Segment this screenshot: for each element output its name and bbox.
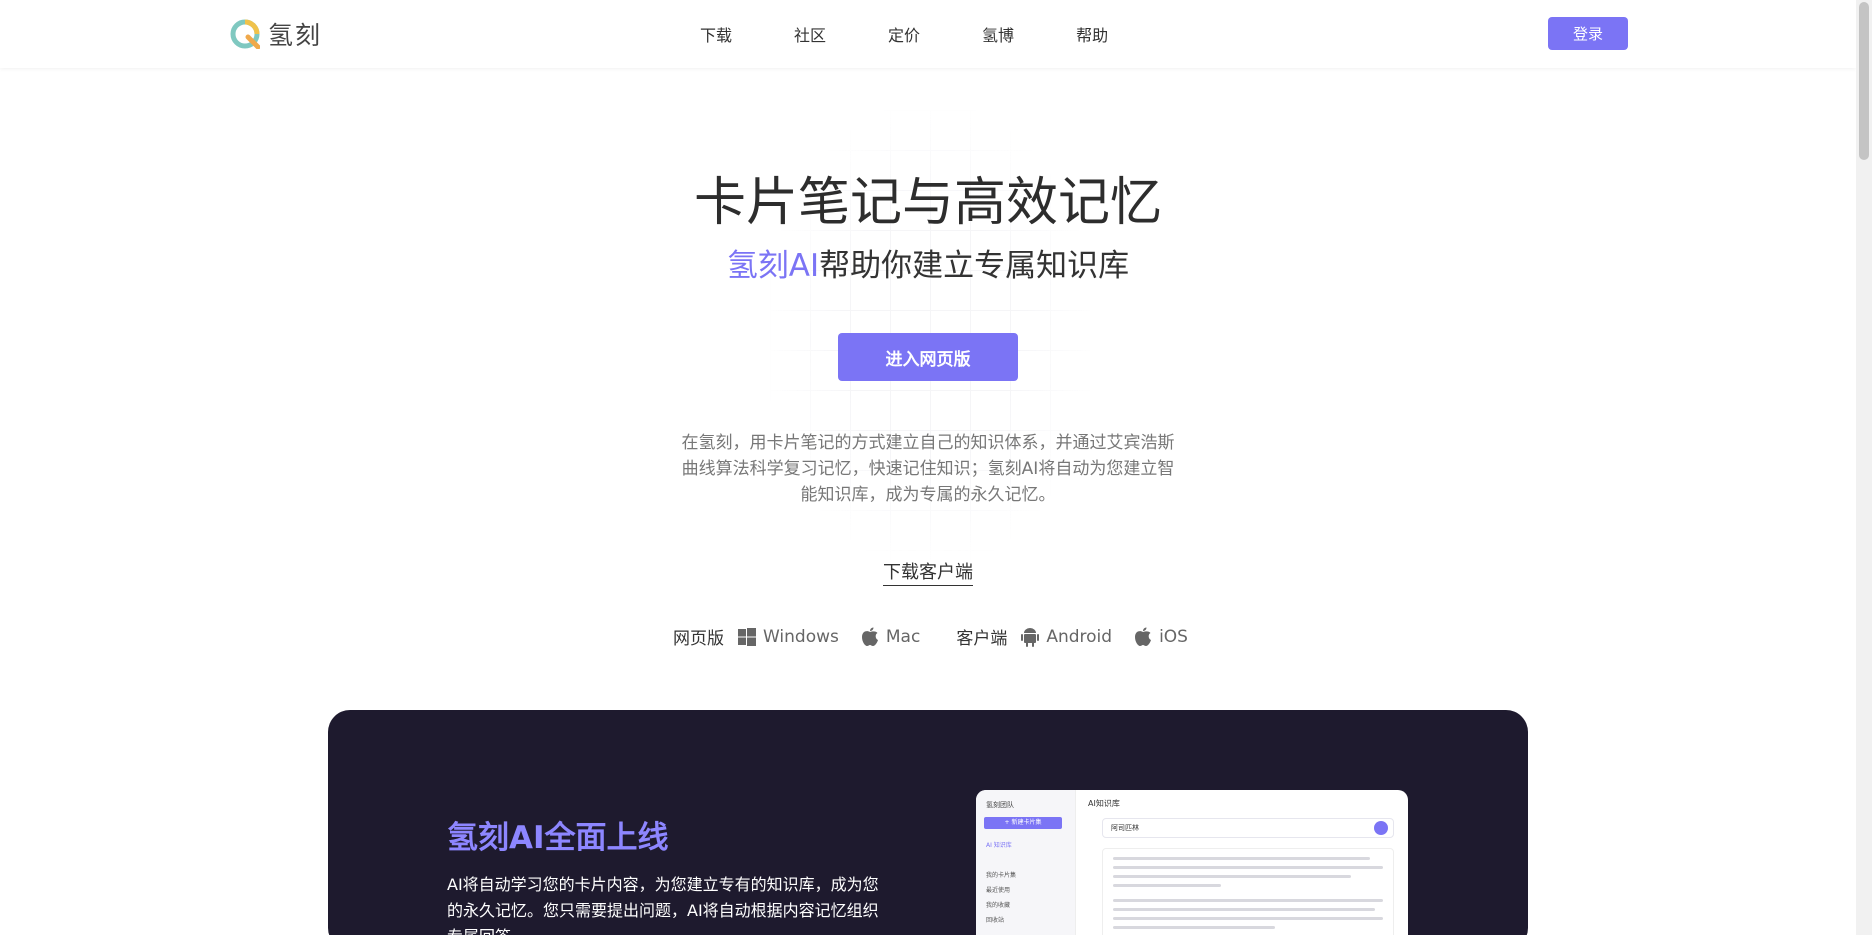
page-scrollbar[interactable] xyxy=(1856,0,1872,935)
logo-icon xyxy=(230,19,260,49)
platform-windows[interactable]: Windows xyxy=(738,627,839,647)
preview-send-icon xyxy=(1374,821,1388,835)
platform-android-label: Android xyxy=(1046,626,1113,647)
hero-subtitle-rest: 帮助你建立专属知识库 xyxy=(819,248,1130,284)
scrollbar-thumb[interactable] xyxy=(1859,2,1869,160)
nav-help[interactable]: 帮助 xyxy=(1076,22,1108,46)
hero-title: 卡片笔记与高效记忆 xyxy=(693,173,1162,233)
preview-sidebar-item: 我的收藏 xyxy=(986,902,1011,909)
logo[interactable]: 氢刻 xyxy=(230,16,322,52)
apple-icon xyxy=(1135,627,1152,646)
nav-download[interactable]: 下载 xyxy=(700,22,732,46)
windows-icon xyxy=(738,627,756,646)
download-client-link[interactable]: 下载客户端 xyxy=(883,562,973,586)
app-preview-screenshot: 氢刻团队 + 新建卡片集 AI 知识库 我的卡片集 最近使用 我的收藏 回收站 … xyxy=(976,790,1408,935)
preview-main-title: AI知识库 xyxy=(1088,799,1120,808)
android-icon xyxy=(1021,627,1040,647)
preview-answer-card xyxy=(1102,848,1394,935)
preview-ai-item: AI 知识库 xyxy=(986,842,1012,849)
logo-text: 氢刻 xyxy=(268,21,323,50)
preview-query-input: 阿司匹林 xyxy=(1102,818,1394,838)
web-version-label[interactable]: 网页版 xyxy=(673,624,724,649)
preview-sidebar-item: 最近使用 xyxy=(986,887,1011,894)
preview-sidebar-head: 氢刻团队 xyxy=(986,801,1014,809)
nav-community[interactable]: 社区 xyxy=(794,22,826,46)
platform-row: 网页版 Windows Mac 客户端 Android iOS xyxy=(673,624,1210,650)
preview-sidebar: 氢刻团队 + 新建卡片集 AI 知识库 我的卡片集 最近使用 我的收藏 回收站 xyxy=(976,790,1076,935)
ai-section-title: 氢刻AI全面上线 xyxy=(447,820,669,856)
platform-ios[interactable]: iOS xyxy=(1134,627,1188,647)
main-nav: 下载 社区 定价 氢博 帮助 xyxy=(700,22,1170,46)
hero-subtitle: 氢刻AI帮助你建立专属知识库 xyxy=(0,240,1856,285)
nav-blog[interactable]: 氢博 xyxy=(982,22,1014,46)
enter-web-version-button[interactable]: 进入网页版 xyxy=(838,333,1018,381)
platform-mac[interactable]: Mac xyxy=(861,627,920,647)
client-label[interactable]: 客户端 xyxy=(956,624,1007,649)
platform-windows-label: Windows xyxy=(763,626,839,647)
preview-new-card-button: + 新建卡片集 xyxy=(984,817,1062,829)
preview-sidebar-item: 我的卡片集 xyxy=(986,872,1017,879)
preview-sidebar-item: 回收站 xyxy=(986,917,1005,924)
ai-section-description: AI将自动学习您的卡片内容，为您建立专有的知识库，成为您的永久记忆。您只需要提出… xyxy=(447,875,879,935)
top-header: 氢刻 下载 社区 定价 氢博 帮助 登录 xyxy=(0,0,1856,68)
download-client-link-wrap: 下载客户端 xyxy=(0,558,1856,586)
hero-subtitle-accent: 氢刻AI xyxy=(726,248,820,284)
login-button[interactable]: 登录 xyxy=(1548,17,1628,50)
platform-mac-label: Mac xyxy=(885,626,921,647)
platform-android[interactable]: Android xyxy=(1021,627,1112,647)
platform-ios-label: iOS xyxy=(1159,626,1188,647)
nav-pricing[interactable]: 定价 xyxy=(888,22,920,46)
hero-description: 在氢刻，用卡片笔记的方式建立自己的知识体系，并通过艾宾浩斯曲线算法科学复习记忆，… xyxy=(681,433,1175,505)
apple-icon xyxy=(861,627,878,646)
